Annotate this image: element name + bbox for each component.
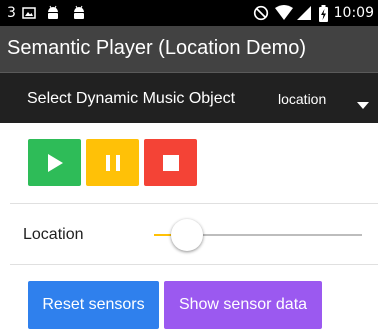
show-sensor-data-button[interactable]: Show sensor data <box>164 281 322 329</box>
cell-signal-icon <box>296 6 311 20</box>
stop-icon <box>162 154 179 171</box>
dropdown-selected-value: location <box>278 91 327 107</box>
stop-button[interactable] <box>144 139 197 186</box>
reset-sensors-button[interactable]: Reset sensors <box>28 281 159 329</box>
status-left-group: 3 <box>7 0 86 26</box>
divider <box>10 264 378 265</box>
do-not-disturb-icon <box>253 5 269 21</box>
status-right-group: 10:09 <box>253 0 374 26</box>
location-slider[interactable] <box>154 218 362 252</box>
status-time: 10:09 <box>333 5 374 21</box>
pause-button[interactable] <box>86 139 139 186</box>
music-object-selector-bar: Select Dynamic Music Object location <box>0 72 378 123</box>
android-icon <box>72 5 86 21</box>
pause-icon <box>105 154 120 171</box>
dropdown-arrow-icon <box>357 96 369 114</box>
music-object-dropdown[interactable]: location <box>278 83 374 115</box>
slider-thumb[interactable] <box>171 219 204 251</box>
location-label: Location <box>23 226 84 243</box>
notification-count: 3 <box>7 5 16 21</box>
selector-label: Select Dynamic Music Object <box>27 90 236 107</box>
wifi-icon <box>274 5 293 21</box>
divider <box>10 203 378 204</box>
image-notification-icon <box>22 6 36 20</box>
app-title: Semantic Player (Location Demo) <box>7 37 307 59</box>
status-bar: 3 10:09 <box>0 0 378 26</box>
battery-charging-icon <box>318 4 328 22</box>
play-icon <box>47 153 63 172</box>
play-button[interactable] <box>28 139 81 186</box>
app-bar: Semantic Player (Location Demo) <box>0 26 378 72</box>
android-icon <box>46 5 60 21</box>
